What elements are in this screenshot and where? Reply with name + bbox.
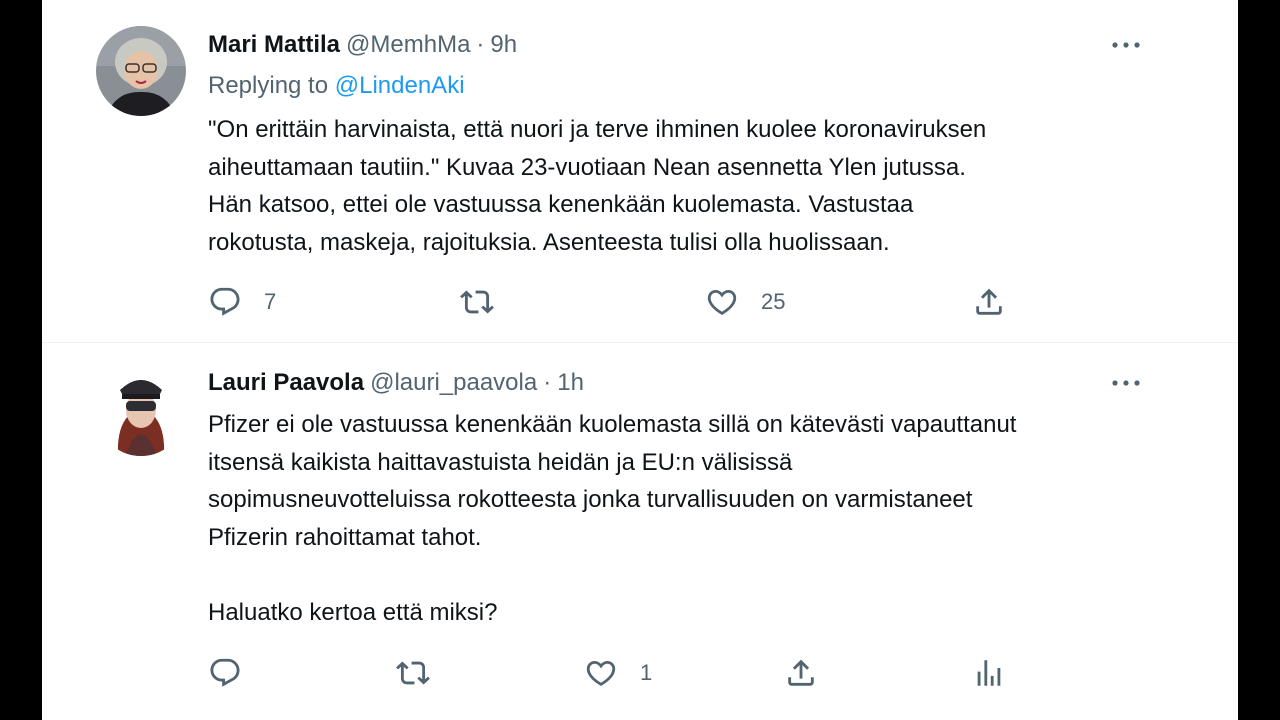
tweet-actions: 7 25 xyxy=(208,282,1088,322)
retweet-button[interactable] xyxy=(396,653,452,693)
heart-icon xyxy=(586,660,616,686)
separator: · xyxy=(476,31,485,58)
retweet-button[interactable] xyxy=(460,282,516,322)
reply-button[interactable] xyxy=(208,653,264,693)
tweet-text: "On erittäin harvinaista, että nuori ja … xyxy=(208,116,987,256)
analytics-button[interactable] xyxy=(972,653,1006,693)
tweet[interactable]: Mari Mattila @MemhMa · 9h Replying to @L… xyxy=(42,0,1238,343)
separator: · xyxy=(543,369,552,396)
tweet-text: Pfizer ei ole vastuussa kenenkään kuolem… xyxy=(208,411,1017,626)
tweet-header: Lauri Paavola @lauri_paavola · 1h xyxy=(208,366,584,400)
author-name[interactable]: Mari Mattila xyxy=(208,28,340,62)
timeline: Mari Mattila @MemhMa · 9h Replying to @L… xyxy=(42,0,1238,720)
tweet-actions: 1 xyxy=(208,653,1088,693)
avatar[interactable] xyxy=(96,366,186,456)
reply-count: 7 xyxy=(264,289,277,314)
share-button[interactable] xyxy=(972,282,1006,322)
timestamp[interactable]: 1h xyxy=(557,366,584,400)
share-icon xyxy=(976,288,1002,315)
author-handle[interactable]: @lauri_paavola xyxy=(370,366,537,400)
avatar[interactable] xyxy=(96,26,186,116)
share-icon xyxy=(788,659,814,686)
replying-to-link[interactable]: @LindenAki xyxy=(335,72,465,99)
analytics-icon xyxy=(977,660,1001,686)
reply-icon xyxy=(210,658,240,687)
more-button[interactable] xyxy=(1106,366,1146,400)
heart-icon xyxy=(707,289,737,315)
share-button[interactable] xyxy=(784,653,818,693)
author-name[interactable]: Lauri Paavola xyxy=(208,366,364,400)
like-count: 1 xyxy=(640,660,653,685)
timestamp[interactable]: 9h xyxy=(490,28,517,62)
like-button[interactable]: 1 xyxy=(584,653,652,693)
retweet-icon xyxy=(460,290,494,314)
tweet[interactable]: Lauri Paavola @lauri_paavola · 1h Pfizer… xyxy=(42,343,1238,720)
like-button[interactable]: 25 xyxy=(705,282,785,322)
more-icon xyxy=(1112,380,1140,386)
tweet-header: Mari Mattila @MemhMa · 9h xyxy=(208,28,517,62)
replying-to: Replying to @LindenAki xyxy=(208,69,465,103)
replying-prefix: Replying to xyxy=(208,72,329,99)
reply-icon xyxy=(210,287,240,316)
retweet-icon xyxy=(396,661,430,685)
author-handle[interactable]: @MemhMa xyxy=(346,28,470,62)
like-count: 25 xyxy=(761,289,786,314)
more-button[interactable] xyxy=(1106,28,1146,62)
reply-button[interactable]: 7 xyxy=(208,282,276,322)
more-icon xyxy=(1112,42,1140,48)
